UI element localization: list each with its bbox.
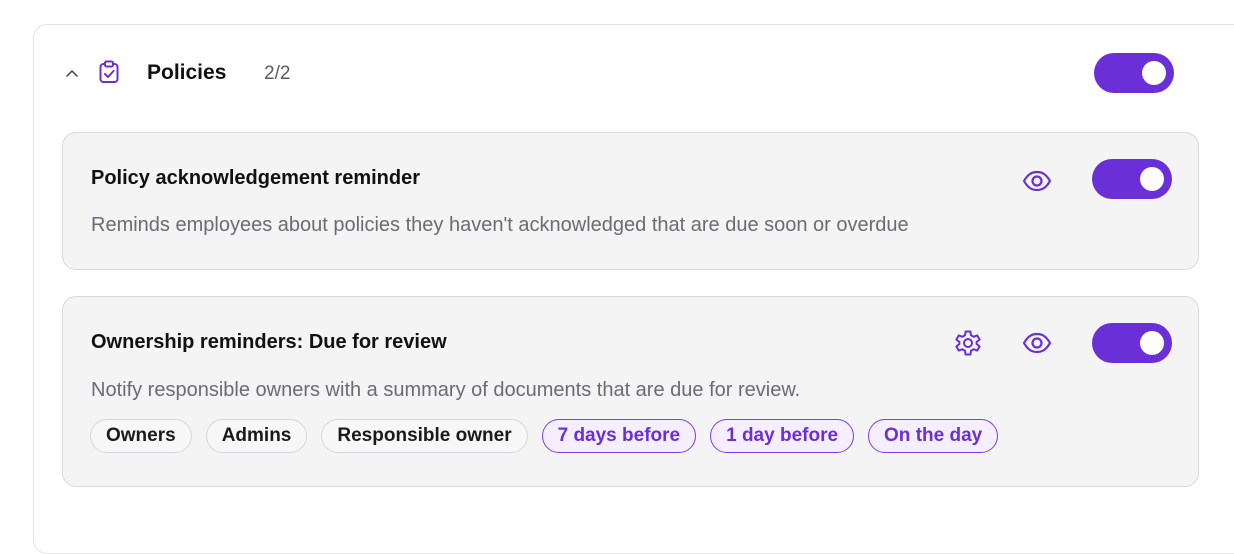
schedule-chip-1-day-before[interactable]: 1 day before: [710, 419, 855, 453]
schedule-chip-on-the-day[interactable]: On the day: [868, 419, 999, 453]
card-description: Reminds employees about policies they ha…: [91, 214, 909, 236]
card-description: Notify responsible owners with a summary…: [91, 379, 801, 401]
recipient-chip-owners[interactable]: Owners: [90, 419, 192, 453]
policy-acknowledgement-card: Policy acknowledgement reminder Reminds …: [62, 132, 1199, 270]
chip-row: Owners Admins Responsible owner 7 days b…: [90, 419, 999, 453]
policies-panel: Policies 2/2 Policy acknowledgement remi…: [33, 24, 1234, 554]
gear-icon[interactable]: [952, 327, 984, 359]
chevron-up-icon[interactable]: [64, 65, 80, 81]
recipient-chip-admins[interactable]: Admins: [205, 419, 308, 453]
policies-section-header[interactable]: Policies 2/2: [34, 25, 1234, 121]
card-title: Ownership reminders: Due for review: [91, 331, 447, 353]
eye-icon[interactable]: [1021, 327, 1053, 359]
ownership-reminders-toggle[interactable]: [1092, 323, 1172, 363]
clipboard-check-icon: [99, 60, 119, 83]
policy-acknowledgement-toggle[interactable]: [1092, 159, 1172, 199]
recipient-chip-responsible-owner[interactable]: Responsible owner: [321, 419, 528, 453]
card-title: Policy acknowledgement reminder: [91, 167, 420, 189]
section-title: Policies: [147, 61, 227, 84]
eye-icon[interactable]: [1021, 165, 1053, 197]
toggle-knob: [1140, 167, 1164, 191]
ownership-reminders-card: Ownership reminders: Due for review Noti…: [62, 296, 1199, 487]
toggle-knob: [1142, 61, 1166, 85]
toggle-knob: [1140, 331, 1164, 355]
section-count: 2/2: [264, 63, 291, 84]
policies-toggle[interactable]: [1094, 53, 1174, 93]
schedule-chip-7-days-before[interactable]: 7 days before: [541, 419, 697, 453]
